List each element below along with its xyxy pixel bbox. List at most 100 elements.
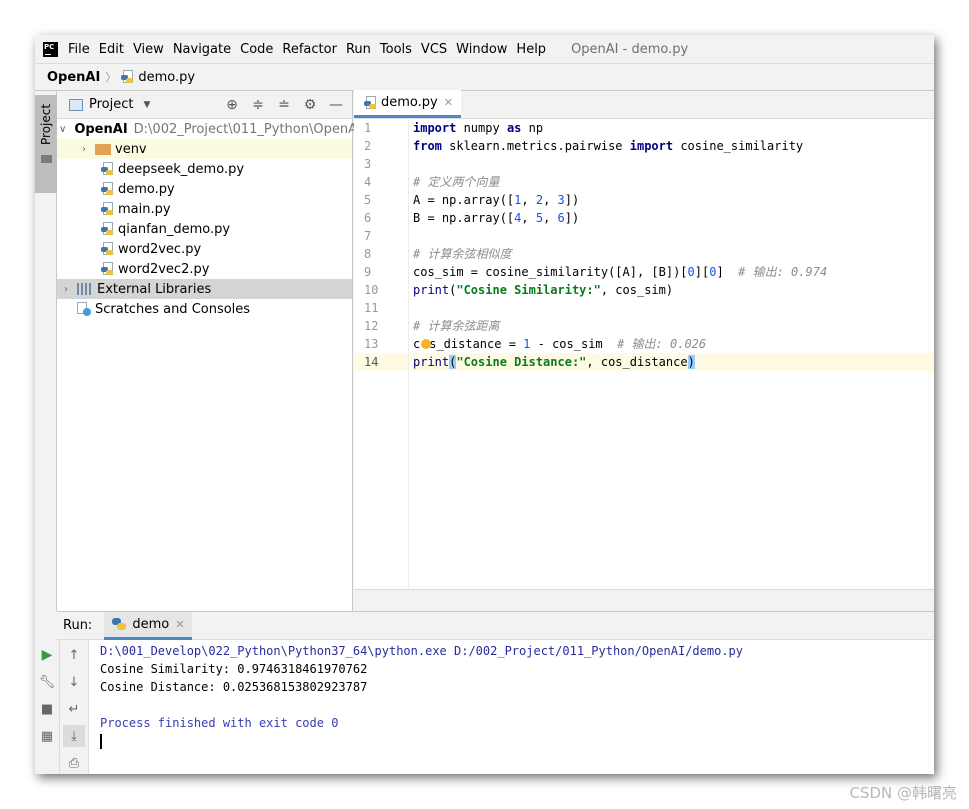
- code-line[interactable]: # 计算余弦相似度: [410, 245, 934, 263]
- console-input-line[interactable]: [95, 732, 934, 750]
- python-file-icon: [121, 70, 135, 84]
- code-line[interactable]: from sklearn.metrics.pairwise import cos…: [410, 137, 934, 155]
- python-file-icon: [101, 262, 115, 276]
- menu-bar: PC File Edit View Navigate Code Refactor…: [35, 35, 934, 63]
- run-label: Run:: [63, 618, 93, 633]
- tree-root-path: D:\002_Project\011_Python\OpenAI: [133, 121, 361, 137]
- code-line[interactable]: # 计算余弦距离: [410, 317, 934, 335]
- print-icon[interactable]: ⎙: [63, 752, 85, 774]
- tree-item-venv[interactable]: › venv: [57, 139, 352, 159]
- run-tab-demo[interactable]: demo ✕: [104, 611, 193, 640]
- tree-item-file[interactable]: deepseek_demo.py: [57, 159, 352, 179]
- project-tool-window-tab[interactable]: Project: [35, 95, 57, 193]
- breadcrumb-file[interactable]: demo.py: [138, 70, 195, 85]
- tree-item-file[interactable]: main.py: [57, 199, 352, 219]
- rerun-icon[interactable]: ▶: [36, 644, 58, 666]
- menu-run[interactable]: Run: [346, 42, 371, 57]
- editor-tab-bar: demo.py ✕: [354, 90, 934, 119]
- tree-item-file[interactable]: word2vec2.py: [57, 259, 352, 279]
- console-output[interactable]: D:\001_Develop\022_Python\Python37_64\py…: [95, 640, 934, 774]
- tree-item-external-libraries[interactable]: › External Libraries: [57, 279, 352, 299]
- run-toolbar-primary: ▶ 🔧︎ ■ ▦: [35, 640, 60, 774]
- line-number: 2: [364, 139, 372, 153]
- line-number: 3: [364, 157, 372, 171]
- wrench-icon[interactable]: 🔧︎: [36, 671, 58, 693]
- code-line[interactable]: A = np.array([1, 2, 3]): [410, 191, 934, 209]
- ide-window: PC File Edit View Navigate Code Refactor…: [35, 35, 934, 774]
- chevron-down-icon[interactable]: ∨: [59, 124, 66, 135]
- arrow-up-icon[interactable]: ↑: [63, 644, 85, 666]
- line-number: 5: [364, 193, 372, 207]
- tree-item-label: venv: [115, 141, 147, 157]
- code-line[interactable]: [410, 299, 934, 317]
- menu-navigate[interactable]: Navigate: [173, 42, 231, 57]
- code-line-current[interactable]: print("Cosine Distance:", cos_distance): [410, 353, 934, 371]
- python-file-icon: [101, 162, 115, 176]
- code-line[interactable]: B = np.array([4, 5, 6]): [410, 209, 934, 227]
- locate-icon[interactable]: ⊕: [224, 97, 240, 113]
- python-file-icon: [364, 95, 378, 110]
- intention-bulb-icon[interactable]: [421, 339, 431, 349]
- line-number: 4: [364, 175, 372, 189]
- breadcrumb: OpenAI 〉 demo.py: [35, 63, 934, 91]
- menu-help[interactable]: Help: [516, 42, 546, 57]
- menu-refactor[interactable]: Refactor: [282, 42, 337, 57]
- menu-code[interactable]: Code: [240, 42, 273, 57]
- line-number: 13: [364, 337, 379, 351]
- project-view-selector[interactable]: Project: [89, 97, 133, 112]
- tab-demo-py[interactable]: demo.py ✕: [354, 90, 461, 118]
- close-icon[interactable]: ✕: [444, 96, 453, 109]
- project-view-icon: [69, 98, 83, 111]
- gear-icon[interactable]: ⚙: [302, 97, 318, 113]
- layout-icon[interactable]: ▦: [36, 725, 58, 747]
- tree-item-scratches[interactable]: Scratches and Consoles: [57, 299, 352, 319]
- line-number: 9: [364, 265, 372, 279]
- tree-item-file[interactable]: qianfan_demo.py: [57, 219, 352, 239]
- chevron-down-icon[interactable]: ▼: [143, 100, 150, 110]
- tree-item-label: word2vec2.py: [118, 261, 210, 277]
- menu-window[interactable]: Window: [456, 42, 507, 57]
- console-command-line[interactable]: D:\001_Develop\022_Python\Python37_64\py…: [95, 642, 934, 660]
- scroll-to-end-icon[interactable]: ⤓: [63, 725, 85, 747]
- code-line[interactable]: print("Cosine Similarity:", cos_sim): [410, 281, 934, 299]
- breadcrumb-project[interactable]: OpenAI: [47, 70, 100, 85]
- code-line[interactable]: [410, 155, 934, 173]
- menu-tools[interactable]: Tools: [380, 42, 412, 57]
- menu-edit[interactable]: Edit: [99, 42, 124, 57]
- editor-breadcrumb-bar: [354, 589, 934, 611]
- line-number: 11: [364, 301, 379, 315]
- code-line[interactable]: import numpy as np: [410, 119, 934, 137]
- menu-file[interactable]: File: [68, 42, 90, 57]
- arrow-down-icon[interactable]: ↓: [63, 671, 85, 693]
- close-icon[interactable]: ✕: [175, 618, 184, 631]
- code-line[interactable]: [410, 227, 934, 245]
- python-file-icon: [101, 202, 115, 216]
- tree-item-root[interactable]: ∨ OpenAI D:\002_Project\011_Python\OpenA…: [57, 119, 361, 139]
- menu-view[interactable]: View: [133, 42, 164, 57]
- tree-item-label: word2vec.py: [118, 241, 202, 257]
- soft-wrap-icon[interactable]: ↵: [63, 698, 85, 720]
- stop-icon[interactable]: ■: [36, 698, 58, 720]
- line-number: 12: [364, 319, 379, 333]
- code-line[interactable]: # 定义两个向量: [410, 173, 934, 191]
- chevron-right-icon: 〉: [105, 71, 117, 84]
- pycharm-logo-icon: PC: [43, 41, 58, 57]
- expand-all-icon[interactable]: ≑: [250, 97, 266, 113]
- tree-item-file[interactable]: demo.py: [57, 179, 352, 199]
- tree-item-file[interactable]: word2vec.py: [57, 239, 352, 259]
- menu-vcs[interactable]: VCS: [421, 42, 447, 57]
- chevron-right-icon[interactable]: ›: [77, 144, 91, 155]
- code-area[interactable]: import numpy as np from sklearn.metrics.…: [410, 119, 934, 589]
- python-file-icon: [101, 222, 115, 236]
- collapse-all-icon[interactable]: ≐: [276, 97, 292, 113]
- folder-icon: [41, 155, 52, 163]
- hide-icon[interactable]: —: [328, 97, 344, 113]
- chevron-right-icon[interactable]: ›: [59, 284, 73, 295]
- project-header-toolbar: ⊕ ≑ ≐ ⚙ —: [224, 97, 344, 113]
- code-line[interactable]: cos_sim = cosine_similarity([A], [B])[0]…: [410, 263, 934, 281]
- line-number-current: 14: [354, 353, 408, 371]
- tree-item-label: deepseek_demo.py: [118, 161, 245, 177]
- code-line[interactable]: c s_distance = 1 - cos_sim # 输出: 0.026: [410, 335, 934, 353]
- run-panel: Run: demo ✕ ▶ 🔧︎ ■ ▦ ↑ ↓ ↵ ⤓ ⎙ D:\001_De…: [35, 611, 934, 774]
- tree-item-label: main.py: [118, 201, 171, 217]
